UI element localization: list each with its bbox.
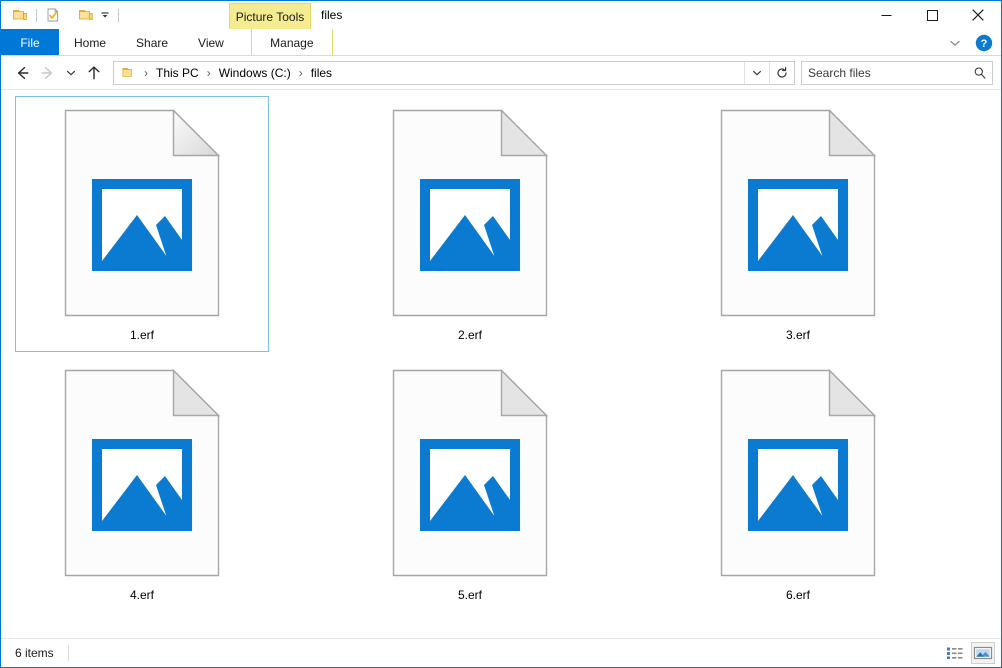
picture-file-icon <box>64 368 221 577</box>
ribbon-right-controls: ? <box>943 29 995 56</box>
picture-tools-tab[interactable]: Picture Tools <box>229 3 311 29</box>
qat-separator-3 <box>118 8 119 22</box>
window-controls <box>863 1 1001 29</box>
breadcrumb-separator-0[interactable]: › <box>138 66 154 80</box>
file-name-label: 5.erf <box>457 588 482 602</box>
file-name-label: 3.erf <box>785 328 810 342</box>
picture-tools-label: Picture Tools <box>235 9 305 24</box>
file-name-label: 6.erf <box>785 588 810 602</box>
breadcrumb-item-files[interactable]: files <box>309 66 334 80</box>
back-button[interactable] <box>9 60 35 86</box>
large-icons-view-button[interactable] <box>971 642 995 664</box>
maximize-button[interactable] <box>909 1 955 29</box>
tab-manage-label: Manage <box>270 35 314 50</box>
file-name-label: 1.erf <box>129 328 154 342</box>
breadcrumb-separator-2[interactable]: › <box>293 66 309 80</box>
tab-home[interactable]: Home <box>59 29 121 56</box>
file-item-3[interactable]: 3.erf <box>671 96 925 352</box>
address-dropdown-icon[interactable] <box>744 61 769 84</box>
view-mode-buttons <box>943 639 995 667</box>
breadcrumb-separator-1[interactable]: › <box>201 66 217 80</box>
file-item-5[interactable]: 5.erf <box>343 356 597 612</box>
tab-share[interactable]: Share <box>121 29 183 56</box>
breadcrumb-folder-icon[interactable] <box>118 65 138 80</box>
file-name-label: 4.erf <box>129 588 154 602</box>
refresh-icon[interactable] <box>769 61 794 84</box>
minimize-button[interactable] <box>863 1 909 29</box>
qat-separator-1 <box>36 8 37 22</box>
explorer-window: Picture Tools files File Home Share View <box>0 0 1002 668</box>
title-bar: Picture Tools files <box>1 1 1001 29</box>
picture-file-icon <box>720 108 877 317</box>
breadcrumb: › This PC › Windows (C:) › files <box>114 65 744 80</box>
folder-icon[interactable] <box>75 4 97 26</box>
quick-access-toolbar <box>1 1 124 29</box>
ribbon-tab-strip: File Home Share View Manage ? <box>1 29 1001 56</box>
status-separator <box>67 645 69 661</box>
file-item-1[interactable]: 1.erf <box>15 96 269 352</box>
tab-file[interactable]: File <box>1 29 59 56</box>
status-bar: 6 items <box>1 638 1001 667</box>
file-list-view[interactable]: 1.erf 2.erf 3.erf 4.erf 5.erf 6.erf <box>1 90 1001 638</box>
search-box[interactable] <box>801 60 993 85</box>
window-title: files <box>321 8 343 22</box>
address-bar[interactable]: › This PC › Windows (C:) › files <box>113 60 795 85</box>
customize-chevron-icon[interactable] <box>97 4 113 26</box>
address-bar-row: › This PC › Windows (C:) › files <box>1 56 1001 89</box>
file-name-label: 2.erf <box>457 328 482 342</box>
tab-home-label: Home <box>74 35 107 50</box>
search-input[interactable] <box>802 62 969 83</box>
close-button[interactable] <box>955 1 1001 29</box>
properties-icon[interactable] <box>42 4 64 26</box>
tab-view[interactable]: View <box>183 29 239 56</box>
chevron-down-icon[interactable] <box>943 32 967 54</box>
forward-button[interactable] <box>35 60 61 86</box>
details-view-button[interactable] <box>943 642 967 664</box>
search-icon[interactable] <box>968 66 992 80</box>
picture-file-icon <box>720 368 877 577</box>
recent-locations-button[interactable] <box>61 60 81 86</box>
item-count-label: 6 items <box>15 646 54 660</box>
help-icon[interactable]: ? <box>973 32 995 54</box>
tab-manage[interactable]: Manage <box>250 29 333 56</box>
new-folder-icon[interactable] <box>9 4 31 26</box>
file-grid: 1.erf 2.erf 3.erf 4.erf 5.erf 6.erf <box>7 96 1001 616</box>
file-item-6[interactable]: 6.erf <box>671 356 925 612</box>
ribbon-underline <box>1 55 1001 56</box>
tab-share-label: Share <box>136 35 169 50</box>
tab-view-label: View <box>198 35 224 50</box>
file-item-2[interactable]: 2.erf <box>343 96 597 352</box>
picture-file-icon <box>392 108 549 317</box>
breadcrumb-item-this-pc[interactable]: This PC <box>154 66 201 80</box>
tab-file-label: File <box>20 35 40 50</box>
breadcrumb-item-windows-c[interactable]: Windows (C:) <box>217 66 293 80</box>
svg-text:?: ? <box>981 38 988 50</box>
picture-file-icon <box>64 108 221 317</box>
up-button[interactable] <box>81 60 107 86</box>
file-item-4[interactable]: 4.erf <box>15 356 269 612</box>
picture-file-icon <box>392 368 549 577</box>
